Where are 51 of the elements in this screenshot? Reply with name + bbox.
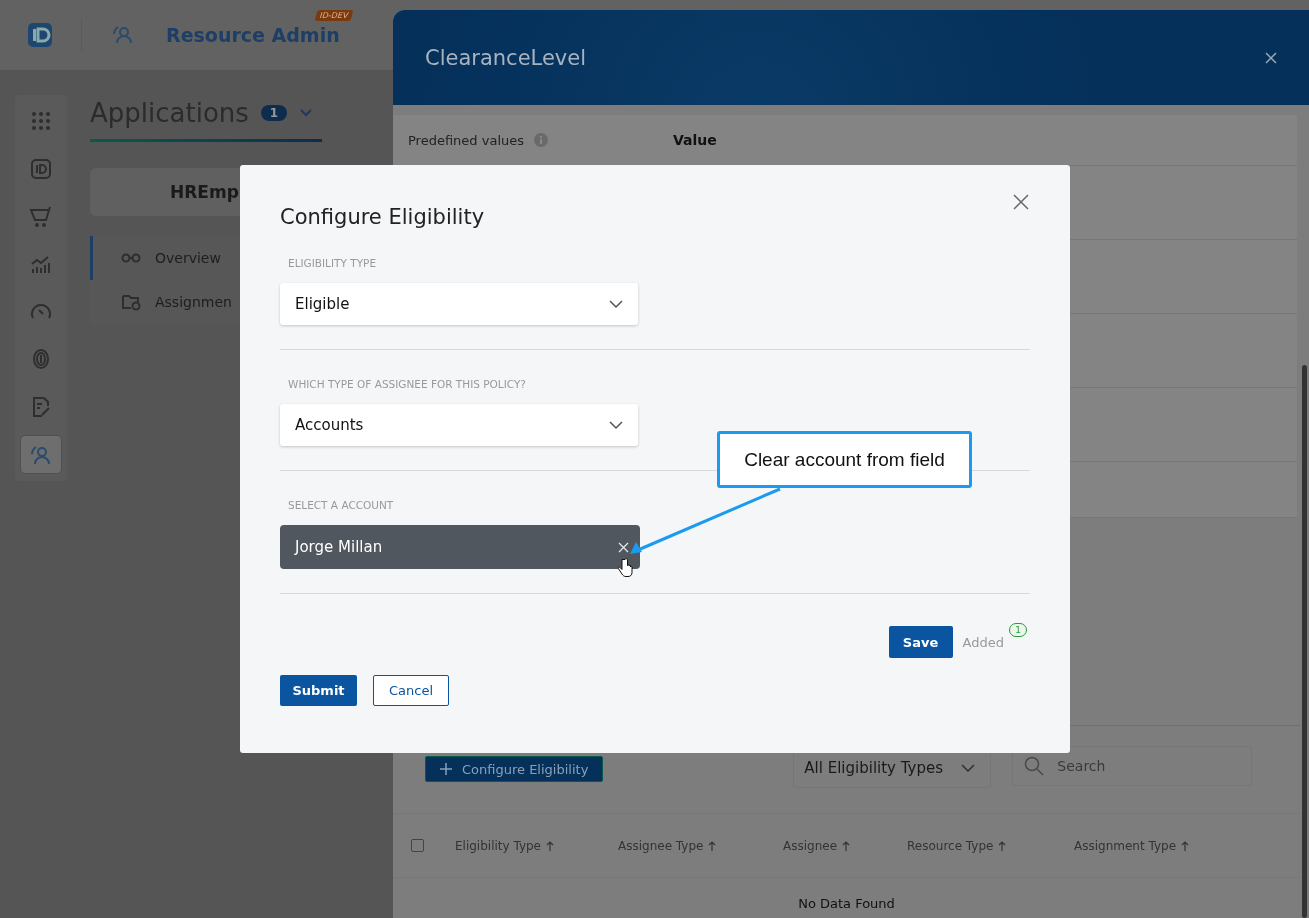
hand-cursor-icon	[617, 558, 633, 578]
column-header[interactable]: Assignee	[783, 838, 838, 853]
rail-resource-icon[interactable]	[21, 436, 61, 473]
sort-arrow-icon[interactable]	[842, 840, 851, 851]
field-label: SELECT A ACCOUNT	[288, 499, 394, 511]
column-header[interactable]: Resource Type	[907, 838, 994, 853]
sort-arrow-icon[interactable]	[998, 840, 1007, 851]
logo-icon	[27, 22, 53, 48]
dropdown-field[interactable]: Accounts	[280, 404, 638, 446]
configure-eligibility-button[interactable]: Configure Eligibility	[425, 756, 604, 782]
selected-account-field[interactable]: Jorge Millan	[280, 525, 640, 569]
drawer-title: ClearanceLevel	[425, 45, 586, 70]
save-button[interactable]: Save	[888, 626, 953, 658]
chevron-down-icon	[609, 420, 623, 430]
column-header: Value	[673, 132, 717, 148]
callout-box: Clear account from field	[717, 431, 972, 488]
field-label: WHICH TYPE OF ASSIGNEE FOR THIS POLICY?	[288, 378, 526, 390]
column-header[interactable]: Assignee Type	[618, 838, 704, 853]
column-header[interactable]: Assignment Type	[1074, 838, 1177, 853]
nav-label: Overview	[155, 250, 221, 266]
chevron-down-icon	[961, 763, 976, 773]
added-label: Added	[962, 634, 1004, 650]
sort-arrow-icon[interactable]	[546, 840, 554, 851]
close-icon[interactable]	[1265, 51, 1277, 64]
empty-message: No Data Found	[798, 896, 895, 911]
count-badge: 1	[1009, 623, 1027, 637]
folder-icon	[121, 293, 141, 311]
plus-icon	[440, 763, 452, 775]
sort-arrow-icon[interactable]	[708, 840, 717, 851]
dropdown-field[interactable]: Eligible	[280, 283, 638, 325]
search-icon	[1024, 756, 1045, 776]
clear-icon[interactable]	[618, 541, 629, 553]
app-title: Resource Admin	[166, 24, 340, 46]
glasses-icon	[121, 252, 141, 264]
modal-title: Configure Eligibility	[280, 205, 486, 229]
chevron-down-icon	[609, 299, 623, 309]
info-icon	[534, 133, 548, 147]
close-icon[interactable]	[1013, 194, 1029, 210]
environment-badge: ID-DEV	[314, 10, 354, 21]
field-label: ELIGIBILITY TYPE	[288, 257, 377, 269]
sort-arrow-icon[interactable]	[1181, 840, 1190, 851]
card-title: HREmp	[170, 182, 239, 202]
chevron-down-icon[interactable]	[299, 108, 314, 118]
nav-label: Assignmen	[155, 294, 232, 310]
count-badge: 1	[260, 105, 288, 121]
cancel-button[interactable]: Cancel	[373, 675, 449, 706]
search-field[interactable]: Search	[1012, 746, 1253, 786]
field-label: Predefined values	[408, 132, 524, 148]
column-header[interactable]: Eligibility Type	[455, 838, 541, 853]
submit-button[interactable]: Submit	[280, 675, 357, 706]
select-all-checkbox[interactable]	[411, 839, 424, 852]
